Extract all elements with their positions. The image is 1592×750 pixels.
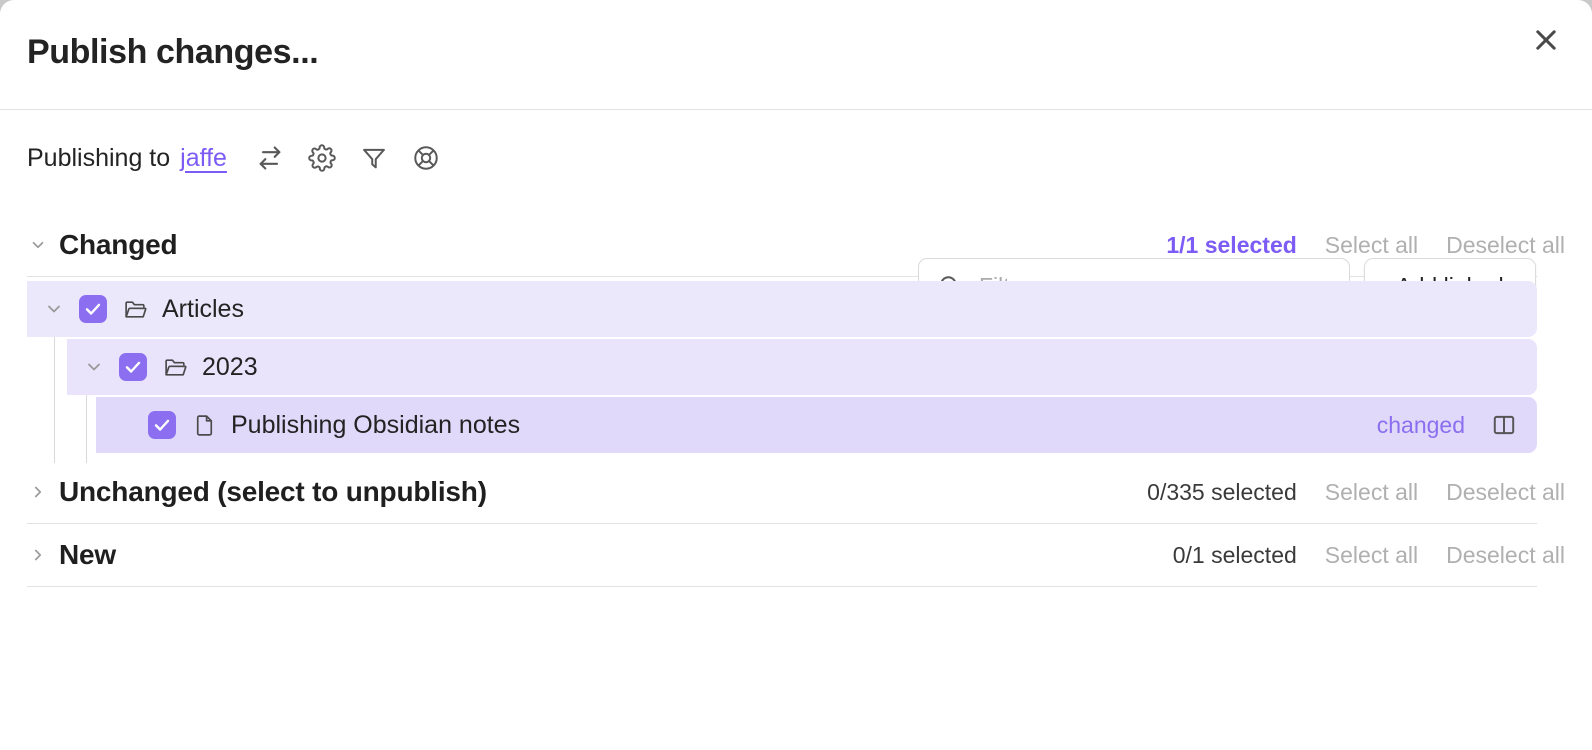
gear-icon[interactable] — [307, 143, 337, 173]
section-header-unchanged[interactable]: Unchanged (select to unpublish) 0/335 se… — [0, 461, 1592, 523]
table-row[interactable]: 2023 — [67, 339, 1537, 395]
chevron-down-icon[interactable] — [41, 299, 67, 319]
chevron-down-icon[interactable] — [81, 357, 107, 377]
dialog-header: Publish changes... — [0, 0, 1592, 110]
select-all-link[interactable]: Select all — [1325, 479, 1418, 506]
status-badge: changed — [1376, 411, 1465, 438]
indent-guide — [54, 333, 55, 463]
table-row[interactable]: Articles — [27, 281, 1537, 337]
publish-target-link[interactable]: jaffe — [180, 144, 227, 173]
row-checkbox[interactable] — [148, 411, 176, 439]
section-title: Changed — [59, 229, 178, 260]
section-divider — [27, 586, 1537, 587]
select-all-link[interactable]: Select all — [1325, 542, 1418, 569]
chevron-down-icon[interactable] — [27, 236, 49, 254]
folder-open-icon — [123, 297, 148, 322]
selected-count: 0/1 selected — [1172, 541, 1297, 568]
publishing-target-group: Publishing to jaffe — [27, 143, 441, 173]
row-checkbox[interactable] — [119, 353, 147, 381]
page-title: Publish changes... — [27, 33, 319, 71]
row-checkbox[interactable] — [79, 295, 107, 323]
table-row[interactable]: Publishing Obsidian notes changed — [96, 397, 1537, 453]
split-pane-icon[interactable] — [1491, 412, 1517, 438]
row-status-group: changed — [1377, 412, 1537, 439]
node-label: Articles — [162, 294, 244, 323]
indent-guide — [86, 391, 87, 463]
selected-count: 0/335 selected — [1147, 478, 1297, 505]
publish-changes-dialog: Publish changes... Publishing to jaffe F… — [0, 0, 1592, 750]
filter-funnel-icon[interactable] — [359, 143, 389, 173]
deselect-all-link[interactable]: Deselect all — [1446, 479, 1565, 506]
publishing-to-label: Publishing to — [27, 143, 171, 172]
select-all-link[interactable]: Select all — [1325, 232, 1418, 259]
section-header-new[interactable]: New 0/1 selected Select all Deselect all — [0, 524, 1592, 586]
chevron-right-icon[interactable] — [27, 483, 49, 501]
toolbar-icon-group — [255, 143, 441, 173]
deselect-all-link[interactable]: Deselect all — [1446, 232, 1565, 259]
close-icon[interactable] — [1524, 18, 1568, 62]
folder-open-icon — [163, 355, 188, 380]
section-header-changed[interactable]: Changed 1/1 selected Select all Deselect… — [0, 214, 1592, 276]
swap-arrows-icon[interactable] — [255, 143, 285, 173]
lifebuoy-icon[interactable] — [411, 143, 441, 173]
section-actions: 0/1 selected Select all Deselect all — [1173, 542, 1565, 569]
section-title: New — [59, 539, 116, 570]
selected-count: 1/1 selected — [1166, 231, 1297, 258]
section-title: Unchanged (select to unpublish) — [59, 476, 487, 507]
file-document-icon — [192, 413, 217, 438]
section-actions: 0/335 selected Select all Deselect all — [1147, 479, 1565, 506]
publish-toolbar: Publishing to jaffe Filter... — [0, 110, 1592, 314]
chevron-right-icon[interactable] — [27, 546, 49, 564]
file-tree: Articles 2023 Publishing Obsidian notes … — [0, 277, 1592, 463]
section-actions: 1/1 selected Select all Deselect all — [1166, 232, 1565, 259]
node-label: Publishing Obsidian notes — [231, 410, 521, 439]
node-label: 2023 — [202, 352, 258, 381]
deselect-all-link[interactable]: Deselect all — [1446, 542, 1565, 569]
